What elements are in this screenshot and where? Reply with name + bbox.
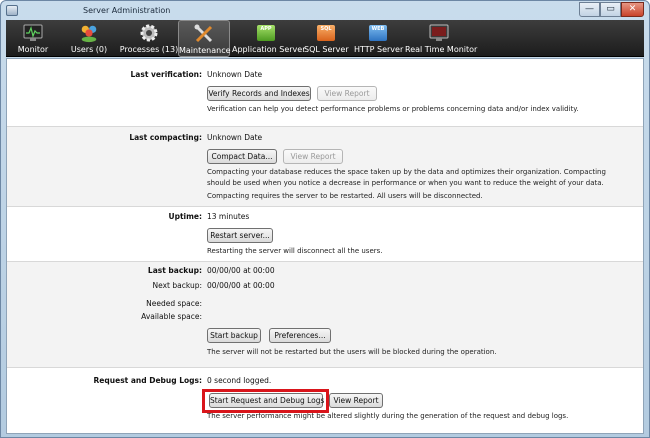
tab-users[interactable]: Users (0) xyxy=(63,20,115,57)
web-badge: WEB xyxy=(369,25,387,41)
main-toolbar: Monitor Users (0) Processes (13) Mainten… xyxy=(6,20,644,57)
maximize-button[interactable]: ▭ xyxy=(600,2,621,17)
tab-application-server-label: Application Server xyxy=(232,45,306,54)
compact-data-button[interactable]: Compact Data... xyxy=(207,149,277,164)
monitor-icon xyxy=(23,23,43,43)
last-verification-value: Unknown Date xyxy=(207,70,263,79)
compacting-view-report-button[interactable]: View Report xyxy=(283,149,343,164)
tools-icon xyxy=(194,24,214,44)
sql-badge: SQL xyxy=(317,25,335,41)
uptime-description: Restarting the server will disconnect al… xyxy=(207,247,383,255)
backup-description: The server will not be restarted but the… xyxy=(207,348,497,356)
last-backup-value: 00/00/00 at 00:00 xyxy=(207,266,275,275)
maintenance-panel: Last verification: Unknown Date Verify R… xyxy=(6,58,644,434)
gear-icon xyxy=(139,23,159,43)
highlight-box xyxy=(202,389,329,413)
backup-preferences-button[interactable]: Preferences... xyxy=(269,328,331,343)
tab-sql-server[interactable]: SQL SQL Server xyxy=(304,20,349,57)
verification-view-report-button[interactable]: View Report xyxy=(317,86,377,101)
debug-logs-label: Request and Debug Logs: xyxy=(93,376,202,385)
start-backup-button[interactable]: Start backup xyxy=(207,328,261,343)
compacting-restart-note: Compacting requires the server to be res… xyxy=(207,192,483,200)
sql-icon: SQL xyxy=(316,23,336,43)
last-backup-label: Last backup: xyxy=(147,266,202,275)
window-title: Server Administration xyxy=(83,6,171,15)
compacting-section: Last compacting: Unknown Date Compact Da… xyxy=(7,127,643,207)
tab-maintenance-label: Maintenance xyxy=(179,46,231,55)
next-backup-label: Next backup: xyxy=(152,281,203,290)
tab-processes-label: Processes (13) xyxy=(119,45,179,54)
tab-users-label: Users (0) xyxy=(70,45,108,54)
close-button[interactable]: ✕ xyxy=(621,2,644,17)
debug-logs-value: 0 second logged. xyxy=(207,376,272,385)
realtime-monitor-icon xyxy=(429,23,449,43)
tab-real-time-monitor[interactable]: Real Time Monitor xyxy=(405,20,478,57)
uptime-section: Uptime: 13 minutes Restart server... Res… xyxy=(7,207,643,262)
last-compacting-label: Last compacting: xyxy=(129,133,202,142)
window-controls: — ▭ ✕ xyxy=(579,2,644,17)
app-window-icon xyxy=(6,5,18,16)
next-backup-value: 00/00/00 at 00:00 xyxy=(207,281,275,290)
users-icon xyxy=(79,23,99,43)
tab-processes[interactable]: Processes (13) xyxy=(116,20,182,57)
tab-monitor-label: Monitor xyxy=(17,45,49,54)
compacting-description: Compacting your database reduces the spa… xyxy=(207,168,606,187)
last-verification-label: Last verification: xyxy=(130,70,202,79)
uptime-label: Uptime: xyxy=(168,212,202,221)
uptime-value: 13 minutes xyxy=(207,212,250,221)
tab-http-server[interactable]: WEB HTTP Server xyxy=(354,20,404,57)
tab-sql-server-label: SQL Server xyxy=(304,45,349,54)
tab-real-time-monitor-label: Real Time Monitor xyxy=(405,45,478,54)
minimize-button[interactable]: — xyxy=(579,2,600,17)
needed-space-label: Needed space: xyxy=(146,299,202,308)
app-badge: APP xyxy=(257,25,275,41)
verification-section: Last verification: Unknown Date Verify R… xyxy=(7,59,643,127)
debug-logs-view-report-button[interactable]: View Report xyxy=(329,393,383,408)
server-admin-window: Server Administration — ▭ ✕ Monitor User… xyxy=(0,0,650,438)
web-icon: WEB xyxy=(368,23,388,43)
restart-server-button[interactable]: Restart server... xyxy=(207,228,273,243)
last-compacting-value: Unknown Date xyxy=(207,133,263,142)
tab-monitor[interactable]: Monitor xyxy=(9,20,57,57)
tab-http-server-label: HTTP Server xyxy=(354,45,404,54)
available-space-label: Available space: xyxy=(141,312,202,321)
backup-section: Last backup: 00/00/00 at 00:00 Next back… xyxy=(7,262,643,368)
app-icon: APP xyxy=(256,23,276,43)
tab-application-server[interactable]: APP Application Server xyxy=(232,20,306,57)
verification-description: Verification can help you detect perform… xyxy=(207,105,579,113)
tab-maintenance[interactable]: Maintenance xyxy=(178,20,231,57)
title-bar[interactable]: Server Administration — ▭ ✕ xyxy=(1,1,649,20)
verify-records-button[interactable]: Verify Records and Indexes xyxy=(207,86,311,101)
